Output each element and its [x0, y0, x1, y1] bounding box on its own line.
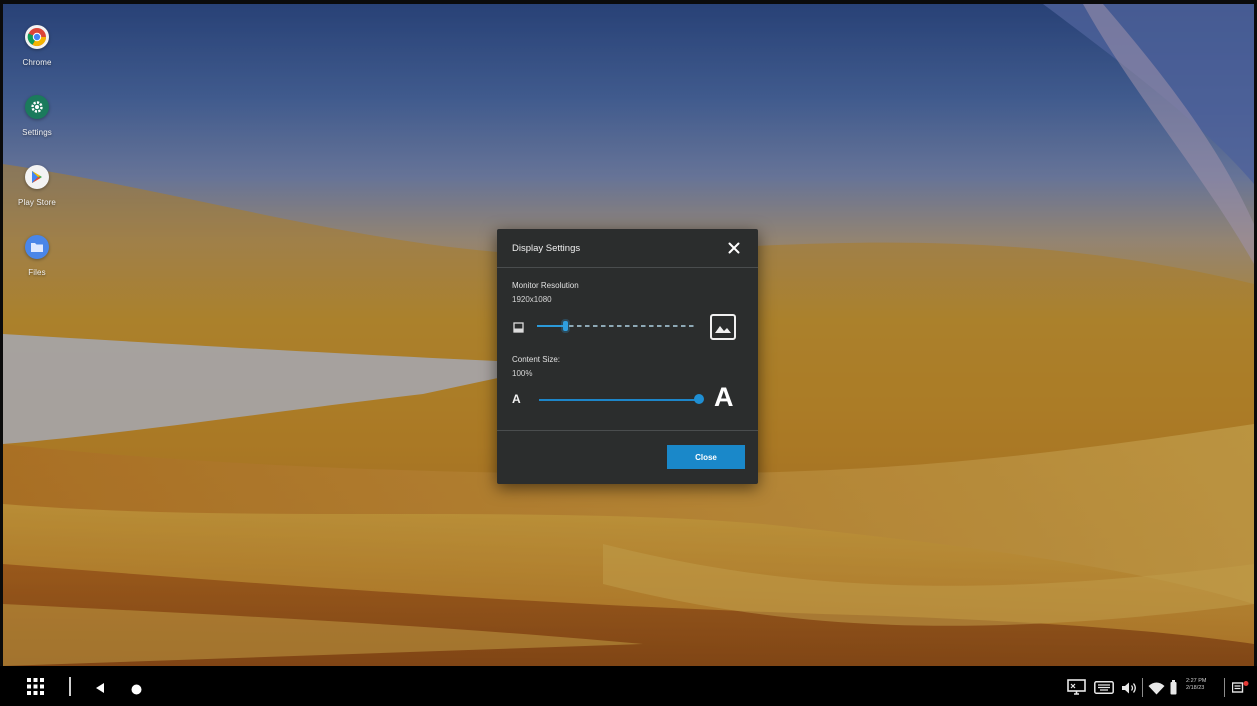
tray-divider — [1142, 678, 1143, 697]
desktop-icon-chrome[interactable]: Chrome — [7, 25, 67, 67]
desktop-icon-label: Files — [28, 268, 46, 277]
close-icon[interactable] — [726, 240, 742, 256]
large-image-icon — [709, 313, 737, 346]
desktop-icon-files[interactable]: Files — [7, 235, 67, 277]
small-screen-icon — [513, 320, 524, 338]
home-icon[interactable] — [131, 682, 142, 700]
close-button[interactable]: Close — [667, 445, 745, 469]
play-store-icon — [25, 165, 49, 189]
small-text-icon: A — [512, 392, 521, 406]
keyboard-icon[interactable] — [1094, 681, 1114, 699]
desktop-icon-label: Play Store — [18, 198, 56, 207]
tray-divider — [1224, 678, 1225, 697]
desktop-icon-label: Settings — [22, 128, 52, 137]
app-grid-icon[interactable] — [27, 678, 44, 700]
battery-icon[interactable] — [1170, 680, 1177, 700]
wifi-icon[interactable] — [1148, 682, 1165, 700]
clock-date: 2/18/23 — [1186, 685, 1205, 691]
clock-time: 2:27 PM — [1186, 678, 1207, 684]
desktop-icon-label: Chrome — [22, 58, 52, 67]
monitor-resolution-label: Monitor Resolution — [512, 281, 579, 290]
content-size-slider-track[interactable] — [539, 399, 696, 401]
back-icon[interactable] — [95, 681, 105, 699]
monitor-resolution-value: 1920x1080 — [512, 295, 552, 304]
desktop-icon-settings[interactable]: Settings — [7, 95, 67, 137]
dialog-header: Display Settings — [497, 229, 758, 268]
files-icon — [25, 235, 49, 259]
desktop-icon-play-store[interactable]: Play Store — [7, 165, 67, 207]
dialog-title: Display Settings — [512, 243, 581, 254]
content-size-slider-thumb[interactable] — [694, 394, 704, 404]
taskbar-divider — [69, 677, 71, 696]
resolution-slider-thumb[interactable] — [563, 321, 568, 331]
resolution-slider-fill — [537, 325, 565, 327]
notification-icon[interactable] — [1231, 680, 1249, 699]
tray-clock[interactable]: 2:27 PM 2/18/23 — [1186, 678, 1206, 692]
header-divider — [497, 267, 758, 268]
content-size-label: Content Size: — [512, 355, 561, 364]
content-size-value: 100% — [512, 369, 533, 378]
settings-icon — [25, 95, 49, 119]
chrome-icon — [25, 25, 49, 49]
screen-cast-icon[interactable] — [1067, 679, 1086, 700]
display-settings-dialog: Display Settings Monitor Resolution 1920… — [497, 229, 758, 484]
large-text-icon: A — [714, 382, 734, 412]
volume-icon[interactable] — [1121, 681, 1137, 700]
footer-divider — [497, 430, 758, 431]
